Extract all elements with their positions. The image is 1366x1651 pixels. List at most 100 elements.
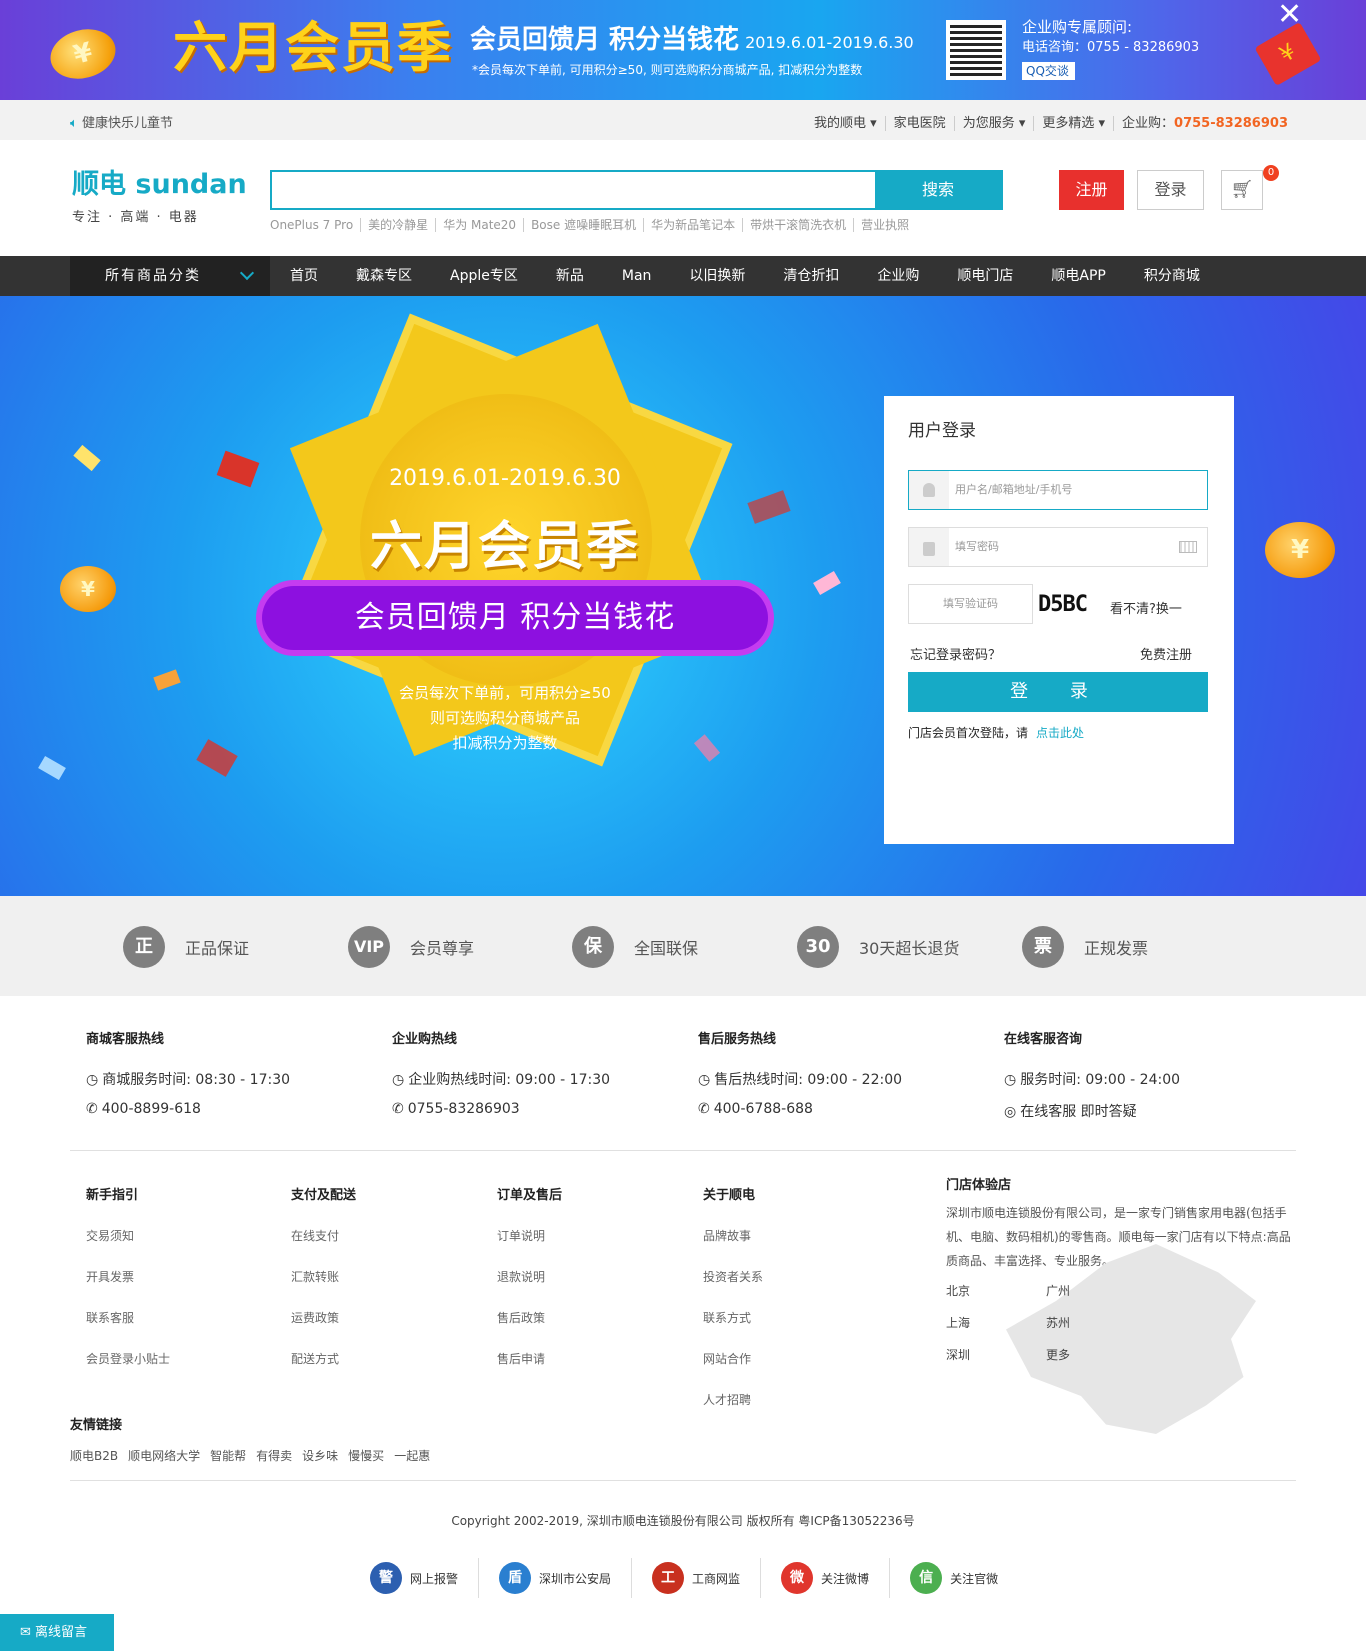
badge-police-report[interactable]: 警网上报警 [350, 1558, 480, 1598]
username-field[interactable]: 用户名/邮箱地址/手机号 [908, 470, 1208, 510]
footer-link[interactable]: 联系方式 [703, 1309, 763, 1326]
search-input[interactable] [272, 172, 875, 208]
footer-link[interactable]: 开具发票 [86, 1268, 170, 1285]
clock-icon: ◷ [1004, 1072, 1017, 1088]
genuine-icon: 正 [123, 926, 165, 968]
nav-man[interactable]: Man [622, 256, 652, 296]
badge-business[interactable]: 工工商网监 [632, 1558, 762, 1598]
city-link[interactable]: 北京 [946, 1282, 970, 1299]
logo[interactable]: 顺电 sundan 专注 · 高端 · 电器 [72, 168, 247, 225]
advisor-phone: 电话咨询：0755 - 83286903 [1022, 40, 1200, 55]
clock-icon: ◷ [86, 1072, 99, 1088]
nav-corporate[interactable]: 企业购 [877, 256, 919, 296]
footer-link[interactable]: 投资者关系 [703, 1268, 763, 1285]
top-link-more[interactable]: 更多精选 ▾ [1033, 116, 1114, 131]
hot-word[interactable]: 美的冷静星 [360, 218, 436, 232]
online-service-link[interactable]: ◎ 在线客服 即时答疑 [1004, 1101, 1180, 1121]
nav-apple[interactable]: Apple专区 [450, 256, 518, 296]
login-button[interactable]: 登录 [1137, 170, 1204, 210]
footer-link[interactable]: 人才招聘 [703, 1391, 763, 1408]
friend-link[interactable]: 一起惠 [394, 1449, 430, 1463]
login-submit-button[interactable]: 登 录 [908, 672, 1208, 712]
confetti [38, 755, 66, 781]
hot-word[interactable]: 华为新品笔记本 [643, 218, 743, 232]
free-register-link[interactable]: 免费注册 [1140, 644, 1192, 663]
divider [70, 1150, 1296, 1151]
nav-dyson[interactable]: 戴森专区 [356, 256, 412, 296]
footer-link[interactable]: 在线支付 [291, 1227, 356, 1244]
service-block: 在线客服咨询 ◷ 服务时间: 09:00 - 24:00 ◎ 在线客服 即时答疑 [1004, 1032, 1181, 1121]
close-icon[interactable]: ✕ [1277, 0, 1302, 30]
footer-link[interactable]: 配送方式 [291, 1350, 356, 1367]
hot-word[interactable]: 带烘干滚筒洗衣机 [742, 218, 854, 232]
nav-new[interactable]: 新品 [556, 256, 584, 296]
nav-tradein[interactable]: 以旧换新 [689, 256, 745, 296]
service-block: 企业购热线 ◷ 企业购热线时间: 09:00 - 17:30 ✆ 0755-8328… [392, 1032, 611, 1117]
cart-button[interactable]: 🛒︎ 0 [1221, 165, 1279, 210]
city-link[interactable]: 深圳 [946, 1346, 970, 1363]
friend-link[interactable]: 设乡味 [302, 1449, 338, 1463]
hero-ribbon: 会员回馈月 积分当钱花 [256, 580, 774, 656]
friend-link[interactable]: 顺电网络大学 [128, 1449, 200, 1463]
all-categories-button[interactable]: 所有商品分类 [70, 256, 270, 296]
mail-icon: ✉ [20, 1625, 36, 1640]
badge-weibo[interactable]: 微关注微博 [761, 1558, 891, 1598]
friend-link[interactable]: 顺电B2B [70, 1449, 118, 1463]
city-link[interactable]: 更多 [1046, 1346, 1070, 1363]
footer-link[interactable]: 售后政策 [497, 1309, 562, 1326]
hot-words: OnePlus 7 Pro 美的冷静星 华为 Mate20 Bose 遮噪睡眠耳机 华为… [270, 216, 917, 233]
footer-link[interactable]: 售后申请 [497, 1350, 562, 1367]
nav-home[interactable]: 首页 [290, 256, 318, 296]
friend-link[interactable]: 有得卖 [256, 1449, 292, 1463]
password-field[interactable]: 填写密码 [908, 527, 1208, 567]
hot-word[interactable]: 华为 Mate20 [435, 218, 524, 232]
register-button[interactable]: 注册 [1059, 170, 1124, 210]
footer-link[interactable]: 订单说明 [497, 1227, 562, 1244]
logo-name: 顺电 sundan [72, 169, 247, 200]
footer-link[interactable]: 品牌故事 [703, 1227, 763, 1244]
coin-icon: ¥ [1265, 522, 1335, 578]
hot-word[interactable]: OnePlus 7 Pro [270, 218, 360, 232]
search-bar: 搜索 [270, 170, 1003, 210]
captcha-field[interactable]: 填写验证码 [908, 584, 1033, 624]
footer-link[interactable]: 网站合作 [703, 1350, 763, 1367]
footer-link[interactable]: 退款说明 [497, 1268, 562, 1285]
top-link-service[interactable]: 为您服务 ▾ [953, 116, 1034, 131]
friend-link[interactable]: 智能帮 [210, 1449, 246, 1463]
nav-points-mall[interactable]: 积分商城 [1144, 256, 1200, 296]
service-block: 售后服务热线 ◷ 售后热线时间: 09:00 - 22:00 ✆ 400-6788-… [698, 1032, 903, 1117]
captcha-image[interactable]: D5BC [1038, 592, 1088, 617]
hot-word[interactable]: 营业执照 [853, 218, 917, 232]
captcha-refresh-link[interactable]: 看不清?换一 [1110, 598, 1182, 617]
friend-links: 友情链接 顺电B2B 顺电网络大学 智能帮 有得卖 设乡味 慢慢买 一起惠 [70, 1418, 431, 1463]
city-link[interactable]: 广州 [1046, 1282, 1070, 1299]
top-link-my[interactable]: 我的顺电 ▾ [806, 116, 885, 131]
footer-link[interactable]: 交易须知 [86, 1227, 170, 1244]
vip-icon: VIP [348, 926, 390, 968]
clock-icon: ◷ [698, 1072, 711, 1088]
badge-shenzhen-police[interactable]: 盾深圳市公安局 [479, 1558, 633, 1598]
nav-app[interactable]: 顺电APP [1051, 256, 1105, 296]
nav-stores[interactable]: 顺电门店 [957, 256, 1013, 296]
qq-chat-button[interactable]: QQ交谈 [1022, 62, 1075, 80]
cart-count: 0 [1263, 165, 1279, 181]
keyboard-icon[interactable] [1179, 541, 1197, 553]
friend-link[interactable]: 慢慢买 [348, 1449, 384, 1463]
badge-wechat[interactable]: 信关注官微 [890, 1558, 1018, 1598]
nav-clearance[interactable]: 清仓折扣 [783, 256, 839, 296]
footer-link[interactable]: 汇款转账 [291, 1268, 356, 1285]
click-here-link[interactable]: 点击此处 [1036, 726, 1084, 740]
footer-link[interactable]: 会员登录小贴士 [86, 1350, 170, 1367]
hot-word[interactable]: Bose 遮噪睡眠耳机 [523, 218, 644, 232]
promo-dates: 2019.6.01-2019.6.30 [745, 33, 914, 52]
forgot-password-link[interactable]: 忘记登录密码？ [910, 644, 1001, 663]
city-link[interactable]: 上海 [946, 1314, 970, 1331]
promo-banner[interactable]: ¥ 六月会员季 会员回馈月 积分当钱花 2019.6.01-2019.6.30 *… [0, 0, 1366, 100]
offline-message-button[interactable]: ✉ 离线留言 [0, 1614, 114, 1651]
top-link-repair[interactable]: 家电医院 [884, 116, 954, 131]
footer-link[interactable]: 运费政策 [291, 1309, 356, 1326]
footer-link[interactable]: 联系客服 [86, 1309, 170, 1326]
city-link[interactable]: 苏州 [1046, 1314, 1070, 1331]
hero-dates: 2019.6.01-2019.6.30 [389, 466, 621, 491]
search-button[interactable]: 搜索 [875, 172, 1001, 208]
